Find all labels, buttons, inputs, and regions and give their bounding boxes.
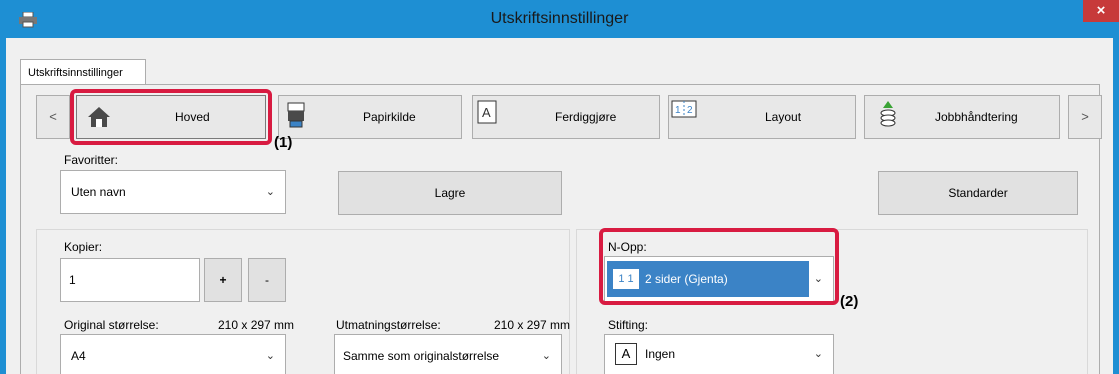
tab-jobbhandtering[interactable]: Jobbhåndtering bbox=[864, 95, 1060, 139]
tab-print-settings[interactable]: Utskriftsinnstillinger bbox=[20, 59, 146, 85]
job-handling-icon bbox=[880, 101, 896, 127]
increment-button[interactable]: + bbox=[204, 258, 242, 302]
tab-papirkilde[interactable]: Papirkilde bbox=[278, 95, 462, 139]
save-button[interactable]: Lagre bbox=[338, 171, 562, 215]
original-size-value: A4 bbox=[71, 349, 86, 363]
chevron-down-icon: ⌄ bbox=[541, 350, 551, 362]
svg-text:2: 2 bbox=[687, 105, 693, 116]
tab-ferdiggjore[interactable]: A Ferdiggjøre bbox=[472, 95, 660, 139]
output-size-dims: 210 x 297 mm bbox=[494, 318, 571, 332]
layout-icon: 1 2 bbox=[671, 100, 697, 118]
copies-label: Kopier: bbox=[64, 240, 103, 254]
copies-value: 1 bbox=[69, 273, 76, 287]
favorites-label: Favoritter: bbox=[64, 153, 119, 167]
tab-papirkilde-label: Papirkilde bbox=[363, 110, 416, 124]
callout-label-2: (2) bbox=[840, 293, 859, 310]
output-size-label: Utmatningstørrelse: bbox=[336, 318, 441, 332]
chevron-down-icon: ⌄ bbox=[265, 350, 275, 362]
chevron-down-icon: ⌄ bbox=[265, 186, 275, 198]
stapling-label: Stifting: bbox=[608, 318, 649, 332]
tab-jobbhandtering-label: Jobbhåndtering bbox=[935, 110, 1018, 124]
output-size-select[interactable]: Samme som originalstørrelse ⌄ bbox=[334, 334, 562, 374]
tab-layout[interactable]: 1 2 Layout bbox=[668, 95, 856, 139]
stapling-value: Ingen bbox=[645, 347, 676, 361]
favorites-select[interactable]: Uten navn ⌄ bbox=[60, 170, 286, 214]
window-title: Utskriftsinnstillinger bbox=[490, 10, 629, 27]
stapling-select[interactable]: A Ingen ⌄ bbox=[604, 334, 834, 374]
original-size-dims: 210 x 297 mm bbox=[218, 318, 295, 332]
defaults-button[interactable]: Standarder bbox=[878, 171, 1078, 215]
tab-layout-label: Layout bbox=[765, 110, 802, 124]
callout-label-1: (1) bbox=[274, 134, 293, 151]
original-size-select[interactable]: A4 ⌄ bbox=[60, 334, 286, 374]
svg-text:1: 1 bbox=[675, 105, 681, 116]
decrement-button[interactable]: - bbox=[248, 258, 286, 302]
svg-text:A: A bbox=[482, 105, 491, 120]
tabs-next-button[interactable]: > bbox=[1068, 95, 1102, 139]
tab-ferdiggjore-label: Ferdiggjøre bbox=[555, 110, 617, 124]
stapling-icon: A bbox=[615, 343, 637, 365]
close-button[interactable]: × bbox=[1083, 0, 1119, 22]
tabs-prev-button[interactable]: < bbox=[36, 95, 70, 139]
callout-box-1 bbox=[70, 89, 272, 145]
output-size-value: Samme som originalstørrelse bbox=[343, 349, 500, 363]
paper-source-icon bbox=[287, 102, 305, 128]
chevron-down-icon: ⌄ bbox=[813, 348, 823, 360]
title-bar: Utskriftsinnstillinger × bbox=[0, 0, 1119, 38]
copies-input[interactable]: 1 bbox=[60, 258, 200, 302]
finishing-icon: A bbox=[477, 100, 497, 124]
original-size-label: Original størrelse: bbox=[64, 318, 159, 332]
callout-box-2 bbox=[599, 228, 839, 305]
favorites-value: Uten navn bbox=[71, 185, 126, 199]
